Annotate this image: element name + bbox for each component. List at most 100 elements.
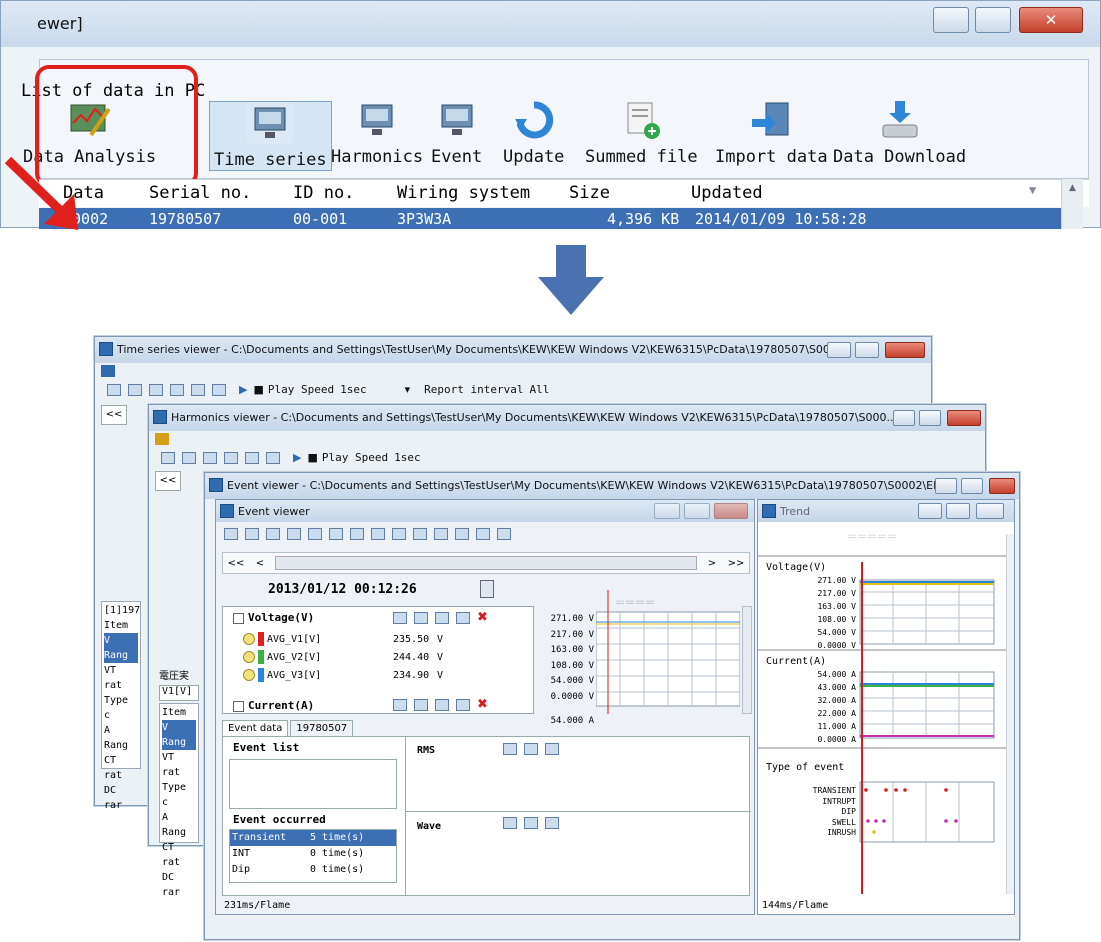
tool-icon[interactable] [456,611,470,624]
minimize-button[interactable] [918,503,942,519]
column-header[interactable]: Wiring system [397,183,530,203]
menu-icon[interactable] [101,365,115,377]
tab-serial[interactable]: 19780507 [290,720,354,736]
minimize-button[interactable] [654,503,680,519]
maximize-button[interactable] [946,503,970,519]
event-button[interactable]: Event [431,99,482,167]
tool-icon[interactable] [393,698,407,711]
current-group-header[interactable]: Current(A) [233,699,314,712]
close-button[interactable] [885,342,925,358]
minimize-button[interactable] [935,478,957,494]
close-button[interactable] [947,410,981,426]
voltage-group-header[interactable]: Voltage(V) [233,611,314,624]
tool-icon[interactable] [266,528,280,540]
tool-icon[interactable] [414,611,428,624]
calendar-icon[interactable] [480,580,494,598]
minimize-button[interactable] [893,410,915,426]
stop-icon[interactable]: ■ [253,383,263,396]
remove-icon[interactable]: ✖ [477,697,488,712]
tool-icon[interactable] [182,451,196,464]
tool-icon[interactable] [524,817,538,829]
column-dropdown-icon[interactable]: ▼ [1029,183,1036,197]
column-header[interactable]: Size [569,183,610,203]
close-button[interactable] [989,478,1015,494]
graph-scrollbar[interactable] [742,606,752,714]
nav-first-button[interactable]: << [223,558,249,569]
checkbox[interactable] [233,612,244,624]
tool-icon[interactable] [455,528,469,540]
maximize-button[interactable] [855,342,879,358]
tool-icon[interactable] [414,698,428,711]
table-row[interactable]: AVG_V2[V] 244.40 V [243,649,443,667]
play-speed-value[interactable]: 1sec [394,451,421,464]
list-item[interactable]: INT 0 time(s) [230,846,396,862]
tool-icon[interactable] [170,383,184,396]
tool-icon[interactable] [203,451,217,464]
close-button[interactable] [714,503,748,519]
tool-icon[interactable] [371,528,385,540]
nav-prev-button[interactable]: < [249,558,271,569]
tool-icon[interactable] [224,451,238,464]
tab-v1[interactable]: V1[V] [159,685,199,701]
column-header[interactable]: Updated [691,183,763,203]
list-item[interactable]: Transient 5 time(s) [230,830,396,846]
tool-icon[interactable] [245,451,259,464]
table-row[interactable]: AVG_V3[V] 234.90 V [243,667,443,685]
data-download-button[interactable]: Data Download [833,99,966,167]
tool-icon[interactable] [191,383,205,396]
tool-icon[interactable] [245,528,259,540]
scrollbar[interactable]: ▲ [1061,179,1083,229]
tool-icon[interactable] [266,451,280,464]
tool-icon[interactable] [434,528,448,540]
time-scrollbar[interactable] [275,556,697,570]
maximize-button[interactable] [919,410,941,426]
tool-icon[interactable] [287,528,301,540]
stop-icon[interactable]: ■ [307,451,317,464]
list-item[interactable]: Dip 0 time(s) [230,862,396,878]
tool-icon[interactable] [149,383,163,396]
maximize-button[interactable] [684,503,710,519]
tool-icon[interactable] [435,611,449,624]
tool-icon[interactable] [212,383,226,396]
remove-icon[interactable]: ✖ [477,610,488,625]
tool-icon[interactable] [545,743,559,755]
summed-file-button[interactable]: Summed file [585,99,698,167]
tool-icon[interactable] [350,528,364,540]
menu-icon[interactable] [155,433,169,445]
nav-last-button[interactable]: >> [723,558,749,569]
tool-icon[interactable] [476,528,490,540]
nav-first-button[interactable]: << [155,471,181,491]
tool-icon[interactable] [545,817,559,829]
nav-next-button[interactable]: > [701,558,723,569]
scroll-up-icon[interactable]: ▲ [1067,183,1079,193]
tool-icon[interactable] [107,383,121,396]
tool-icon[interactable] [503,817,517,829]
minimize-button[interactable] [827,342,851,358]
close-button[interactable] [976,503,1004,519]
play-icon[interactable]: ▶ [293,451,301,464]
nav-first-button[interactable]: << [101,405,127,425]
update-button[interactable]: Update [503,99,564,167]
tool-icon[interactable] [456,698,470,711]
maximize-button[interactable] [975,7,1011,33]
event-list-box[interactable] [229,759,397,809]
close-button[interactable]: ✕ [1019,7,1083,33]
dropdown-icon[interactable]: ▾ [405,383,411,396]
tool-icon[interactable] [392,528,406,540]
checkbox[interactable] [233,700,244,712]
harmonics-button[interactable]: Harmonics [331,99,423,167]
import-data-button[interactable]: Import data [715,99,828,167]
tool-icon[interactable] [503,743,517,755]
minimize-button[interactable] [933,7,969,33]
tab-event-data[interactable]: Event data [222,720,289,736]
maximize-button[interactable] [961,478,983,494]
tool-icon[interactable] [524,743,538,755]
table-row[interactable]: AVG_V1[V] 235.50 V [243,631,443,649]
tool-icon[interactable] [435,698,449,711]
trend-scrollbar[interactable] [1006,534,1014,894]
column-header[interactable]: Serial no. [149,183,251,203]
tool-icon[interactable] [224,528,238,540]
tool-icon[interactable] [497,528,511,540]
table-row[interactable]: S0002 19780507 00-001 3P3W3A 4,396 KB 20… [39,208,1061,229]
tool-icon[interactable] [393,611,407,624]
